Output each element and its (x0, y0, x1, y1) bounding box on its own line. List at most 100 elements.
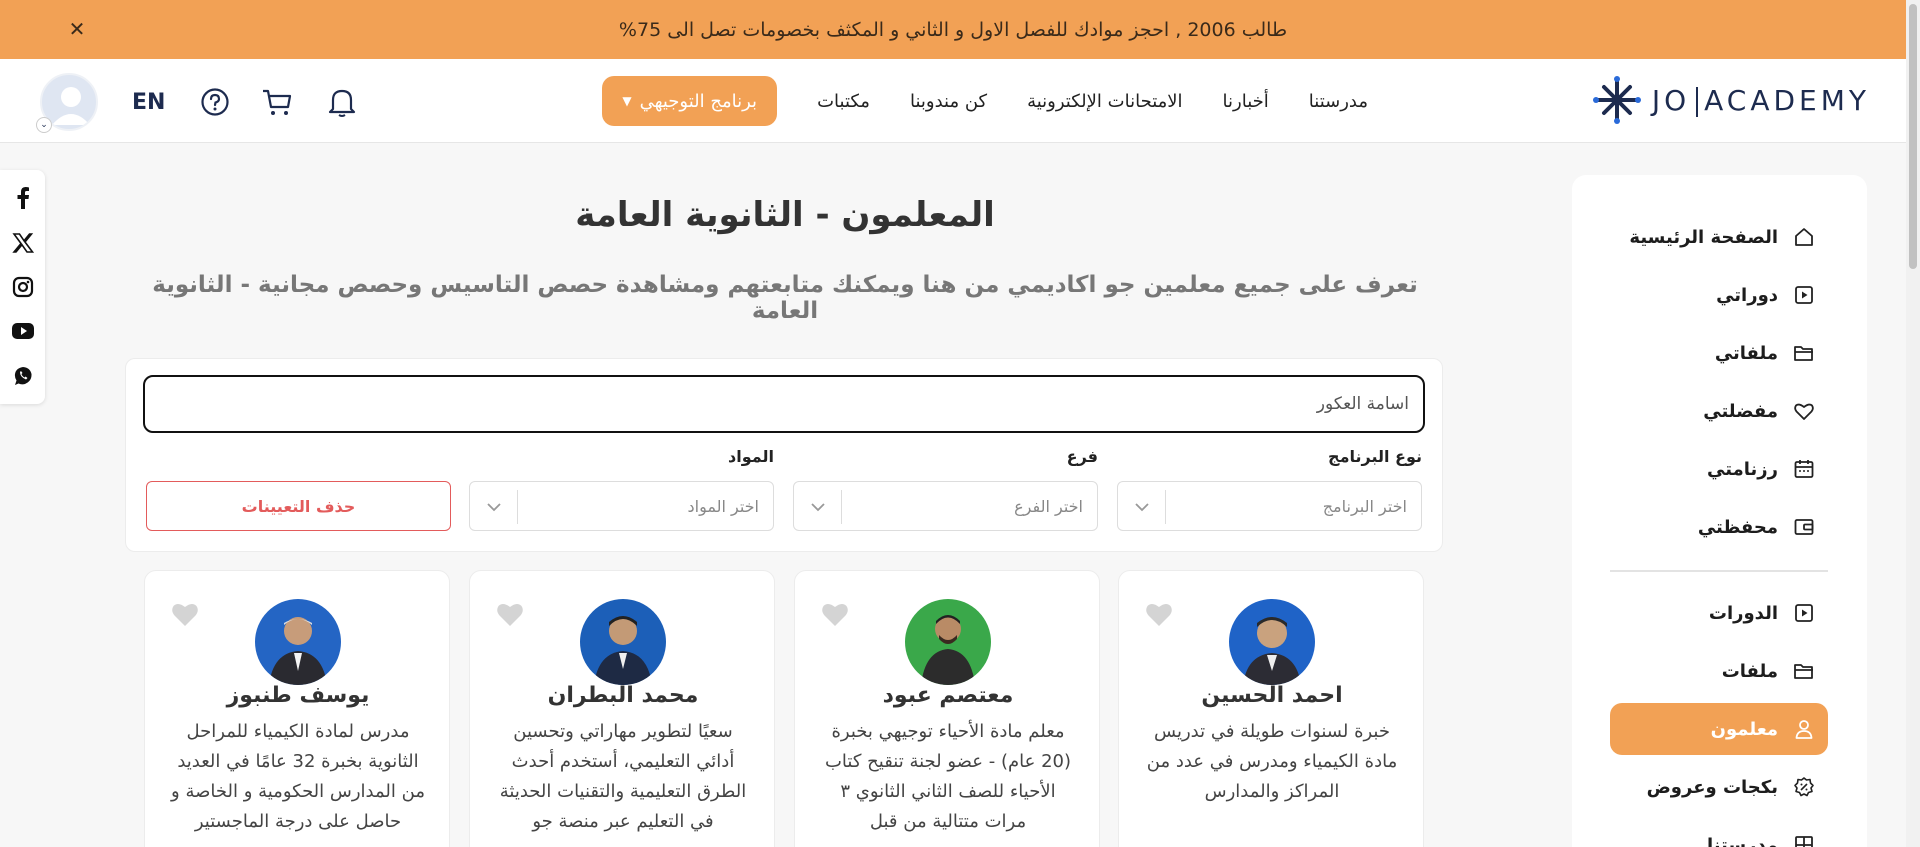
sidebar-item-label: بكجات وعروض (1646, 776, 1778, 798)
logo-text-jo: JO (1651, 83, 1691, 117)
x-twitter-icon[interactable] (10, 230, 36, 256)
chevron-down-icon (794, 490, 842, 524)
sidebar-item-label: الصفحة الرئيسية (1629, 226, 1778, 248)
subjects-placeholder: اختر المواد (687, 496, 759, 516)
teacher-description: خبرة لسنوات طويلة في تدريس مادة الكيمياء… (1146, 721, 1398, 802)
help-icon[interactable] (198, 85, 232, 119)
facebook-icon[interactable] (10, 185, 36, 211)
sidebar-item-label: دوراتي (1716, 284, 1778, 306)
sidebar-item-my-calendar[interactable]: رزنامتي (1610, 443, 1828, 495)
teacher-name: معتصم عبود (882, 683, 1014, 708)
heart-icon (1792, 399, 1816, 423)
calendar-icon (1792, 457, 1816, 481)
sidebar-item-label: محفظتي (1697, 516, 1778, 538)
sidebar-item-teachers[interactable]: معلمون (1610, 703, 1828, 755)
chevron-down-icon: ▼ (622, 94, 632, 108)
sidebar-item-label: رزنامتي (1707, 458, 1778, 480)
teacher-search-input[interactable] (159, 377, 1409, 431)
sidebar-item-my-favorites[interactable]: مفضلتي (1610, 385, 1828, 437)
teacher-name: محمد البطران (547, 683, 699, 708)
nav-item-be-representative[interactable]: كن مندوبنا (910, 91, 987, 112)
logo-text-academy: ACADEMY (1704, 83, 1870, 117)
sidebar-item-packages[interactable]: بكجات وعروض (1610, 761, 1828, 813)
program-dropdown-button[interactable]: برنامج التوجيهي ▼ (602, 76, 778, 126)
teacher-description: سعيًا لتطوير مهاراتي وتحسين أدائي التعلي… (499, 721, 747, 832)
subjects-label: المواد (728, 447, 774, 466)
sidebar-divider (1610, 570, 1828, 572)
nav-item-our-school[interactable]: مدرستنا (1309, 91, 1368, 112)
teacher-photo[interactable] (580, 599, 666, 685)
nav-item-e-exams[interactable]: الامتحانات الإلكترونية (1027, 91, 1182, 112)
logo-separator (1696, 86, 1699, 117)
sidebar-item-my-courses[interactable]: دوراتي (1610, 269, 1828, 321)
promo-text: طالب 2006 , احجز موادك للفصل الاول و الث… (618, 18, 1288, 41)
user-icon (1792, 717, 1816, 741)
teacher-description: معلم مادة الأحياء توجيهي بخبرة (20 عام) … (824, 721, 1072, 832)
bell-icon[interactable] (325, 85, 359, 119)
top-navbar: JO ACADEMY مدرستنا أخبارنا الامتحانات الإ… (0, 59, 1906, 143)
page-subtitle: تعرف على جميع معلمين جو اكاديمي من هنا و… (152, 272, 1418, 324)
folder-icon (1792, 341, 1816, 365)
sidebar: الصفحة الرئيسية دوراتي ملفاتي مفضلتي رزن… (1572, 175, 1867, 847)
teacher-name: يوسف طنبوز (226, 683, 370, 708)
logo-mark-icon (1592, 76, 1641, 124)
favorite-heart-icon[interactable] (821, 601, 849, 627)
branch-placeholder: اختر الفرع (1014, 496, 1083, 516)
teacher-card[interactable]: محمد البطران سعيًا لتطوير مهاراتي وتحسين… (469, 570, 775, 847)
page-scrollbar[interactable] (1906, 0, 1920, 847)
teacher-photo[interactable] (905, 599, 991, 685)
cart-icon[interactable] (260, 85, 294, 119)
play-square-icon (1792, 601, 1816, 625)
teacher-card[interactable]: احمد الحسين خبرة لسنوات طويلة في تدريس م… (1118, 570, 1424, 847)
clear-filters-button[interactable]: حذف التعيينات (146, 481, 451, 531)
favorite-heart-icon[interactable] (496, 601, 524, 627)
wallet-icon (1792, 515, 1816, 539)
avatar-chevron-down-icon[interactable]: ⌄ (36, 117, 52, 133)
sidebar-item-label: الدورات (1708, 602, 1778, 624)
branch-label: فرع (1066, 447, 1098, 466)
sidebar-item-label: مفضلتي (1703, 400, 1778, 422)
teacher-photo[interactable] (1229, 599, 1315, 685)
teacher-description: مدرس لمادة الكيمياء للمراحل الثانوية بخب… (171, 721, 425, 832)
program-button-label: برنامج التوجيهي (639, 90, 758, 112)
sidebar-item-my-files[interactable]: ملفاتي (1610, 327, 1828, 379)
sidebar-item-our-school[interactable]: مدرستنا (1610, 819, 1828, 847)
subjects-select[interactable]: اختر المواد (469, 481, 774, 531)
nav-item-news[interactable]: أخبارنا (1223, 91, 1269, 112)
sidebar-item-files[interactable]: ملفات (1610, 645, 1828, 697)
close-icon[interactable]: ✕ (64, 16, 90, 42)
whatsapp-icon[interactable] (10, 363, 36, 389)
program-type-select[interactable]: اختر البرنامج (1117, 481, 1422, 531)
branch-select[interactable]: اختر الفرع (793, 481, 1098, 531)
sidebar-item-label: معلمون (1710, 718, 1778, 740)
teacher-search-box[interactable] (143, 375, 1425, 433)
scrollbar-thumb[interactable] (1909, 4, 1917, 269)
main-menu: مدرستنا أخبارنا الامتحانات الإلكترونية ك… (602, 75, 1368, 127)
nav-utility-icons: ⌄ EN (36, 73, 356, 133)
chevron-down-icon (1118, 490, 1166, 524)
language-switch[interactable]: EN (132, 85, 165, 119)
instagram-icon[interactable] (10, 274, 36, 300)
youtube-icon[interactable] (10, 318, 36, 344)
teacher-card[interactable]: معتصم عبود معلم مادة الأحياء توجيهي بخبر… (794, 570, 1100, 847)
sidebar-item-courses[interactable]: الدورات (1610, 587, 1828, 639)
nav-item-bookstores[interactable]: مكتبات (817, 91, 870, 112)
teacher-name: احمد الحسين (1201, 683, 1343, 708)
teacher-card[interactable]: يوسف طنبوز مدرس لمادة الكيمياء للمراحل ا… (144, 570, 450, 847)
promo-banner: طالب 2006 , احجز موادك للفصل الاول و الث… (0, 0, 1906, 59)
favorite-heart-icon[interactable] (1145, 601, 1173, 627)
badge-icon (1792, 775, 1816, 799)
sidebar-item-my-wallet[interactable]: محفظتي (1610, 501, 1828, 553)
teacher-filter-panel: نوع البرنامج اختر البرنامج فرع اختر الفر… (125, 358, 1443, 552)
sidebar-item-label: ملفاتي (1714, 342, 1778, 364)
sidebar-item-label: ملفات (1721, 660, 1778, 682)
favorite-heart-icon[interactable] (171, 601, 199, 627)
social-share-bar (0, 170, 45, 404)
program-type-label: نوع البرنامج (1328, 447, 1422, 466)
sidebar-item-home[interactable]: الصفحة الرئيسية (1610, 211, 1828, 263)
teacher-photo[interactable] (255, 599, 341, 685)
jo-academy-logo[interactable]: JO ACADEMY (1592, 75, 1870, 125)
grid-icon (1792, 833, 1816, 847)
program-type-placeholder: اختر البرنامج (1322, 496, 1407, 516)
play-square-icon (1792, 283, 1816, 307)
